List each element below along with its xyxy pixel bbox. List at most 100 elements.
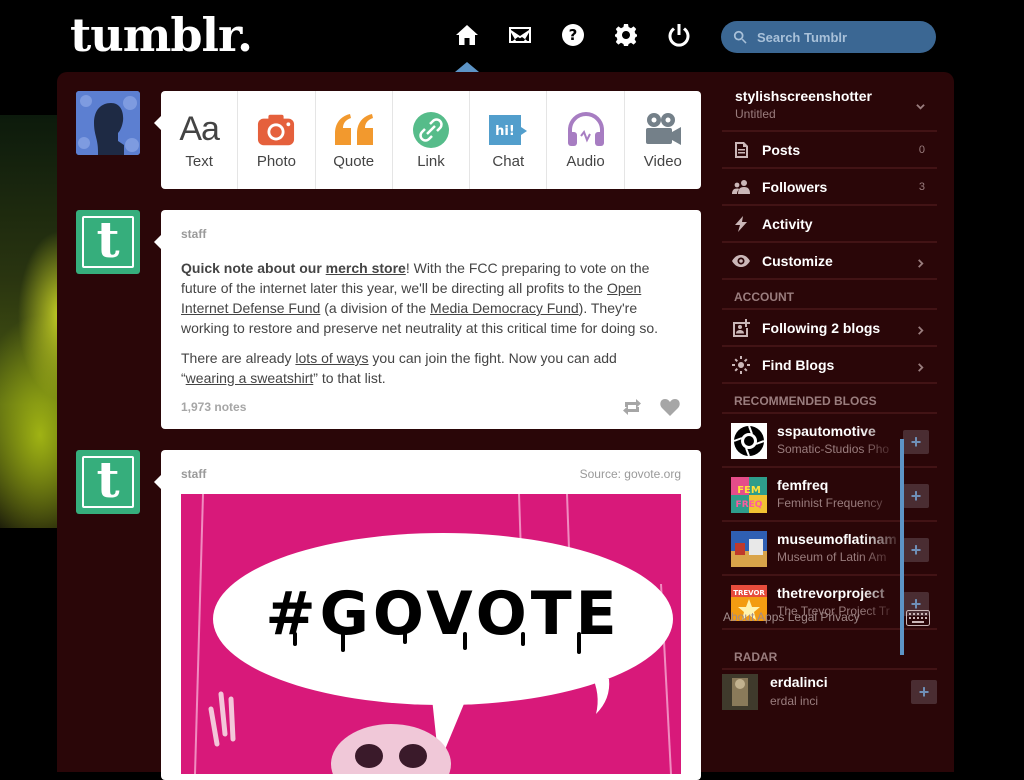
post-type-label: Photo bbox=[256, 152, 297, 170]
svg-text:FREQ: FREQ bbox=[736, 500, 763, 510]
chevron-right-icon bbox=[916, 359, 925, 377]
lots-of-ways-link[interactable]: lots of ways bbox=[295, 350, 368, 366]
sidebar-item-label: Posts bbox=[762, 141, 801, 158]
post-text: ” to that list. bbox=[313, 370, 386, 386]
footer-links-overlay[interactable]: About Apps Legal Privacy bbox=[723, 610, 860, 624]
recommended-scrollbar[interactable] bbox=[900, 439, 904, 655]
blog-switcher[interactable]: stylishscreenshotter Untitled bbox=[722, 80, 937, 132]
compass-icon bbox=[732, 355, 750, 374]
lightning-icon bbox=[732, 215, 750, 233]
like-heart-icon[interactable] bbox=[659, 397, 681, 417]
sidebar-item-label: Activity bbox=[762, 215, 813, 232]
follow-plus-button[interactable]: + bbox=[903, 484, 929, 508]
following-icon bbox=[732, 318, 750, 337]
post-type-label: Text bbox=[185, 152, 213, 170]
govote-image-text: #GOVOTE bbox=[265, 579, 620, 649]
post-type-video[interactable]: Video bbox=[625, 91, 701, 189]
follow-plus-button[interactable]: + bbox=[911, 680, 937, 704]
post-text: (a division of the bbox=[320, 300, 431, 316]
text-fade bbox=[861, 414, 901, 466]
text-fade bbox=[861, 468, 901, 520]
blog-name: femfreq bbox=[777, 477, 829, 493]
post-type-chat[interactable]: hi! Chat bbox=[470, 91, 548, 189]
post-blog-name[interactable]: staff bbox=[181, 227, 206, 241]
reblog-icon[interactable] bbox=[621, 397, 643, 417]
blog-description: erdal inci bbox=[770, 694, 819, 708]
search-input[interactable] bbox=[755, 28, 929, 46]
chat-icon: hi! bbox=[487, 111, 529, 149]
text-fade bbox=[861, 522, 901, 574]
staff-avatar[interactable]: t bbox=[76, 450, 140, 514]
post-type-audio[interactable]: Audio bbox=[547, 91, 625, 189]
recommended-blog-item[interactable]: FEM FREQ femfreq Feminist Frequency + bbox=[722, 468, 937, 522]
post-type-link[interactable]: Link bbox=[393, 91, 471, 189]
post-type-label: Chat bbox=[492, 152, 525, 170]
post-type-photo[interactable]: Photo bbox=[238, 91, 316, 189]
camera-icon bbox=[257, 111, 295, 149]
sidebar-item-followers[interactable]: Followers 3 bbox=[722, 169, 937, 206]
post-type-label: Quote bbox=[333, 152, 375, 170]
sidebar-item-label: Followers bbox=[762, 178, 828, 195]
staff-avatar[interactable]: t bbox=[76, 210, 140, 274]
headphones-icon bbox=[566, 111, 606, 149]
merch-store-link[interactable]: merch store bbox=[326, 260, 406, 276]
svg-text:TREVOR: TREVOR bbox=[733, 589, 765, 597]
follow-plus-button[interactable]: + bbox=[903, 538, 929, 562]
recommended-blog-item[interactable]: sspautomotive Somatic-Studios Pho + bbox=[722, 414, 937, 468]
blog-title: Untitled bbox=[735, 107, 776, 121]
user-avatar[interactable] bbox=[76, 91, 140, 155]
video-camera-icon bbox=[643, 111, 683, 149]
sidebar-item-activity[interactable]: Activity bbox=[722, 206, 937, 243]
account-section-header: ACCOUNT bbox=[722, 280, 937, 310]
text-icon: Aa bbox=[179, 110, 220, 148]
post-notes-count[interactable]: 1,973 notes bbox=[181, 400, 246, 414]
eye-icon bbox=[732, 252, 750, 270]
sidebar-item-posts[interactable]: Posts 0 bbox=[722, 132, 937, 169]
wearing-a-sweatshirt-link[interactable]: wearing a sweatshirt bbox=[186, 370, 314, 386]
follow-plus-button[interactable]: + bbox=[903, 430, 929, 454]
gear-icon[interactable] bbox=[613, 22, 639, 48]
post-type-bar: Aa Text Photo Quote Link hi! Chat Audio bbox=[161, 91, 701, 189]
radar-item[interactable]: erdalinci erdal inci + bbox=[722, 670, 937, 718]
svg-text:hi!: hi! bbox=[495, 124, 515, 139]
blog-name: erdalinci bbox=[770, 674, 828, 690]
search-box[interactable] bbox=[721, 21, 936, 53]
post-blog-name[interactable]: staff bbox=[181, 467, 206, 481]
blog-name: stylishscreenshotter bbox=[735, 88, 872, 104]
recommended-blogs-header: RECOMMENDED BLOGS bbox=[722, 384, 937, 414]
post-lead-text: Quick note about our bbox=[181, 260, 326, 276]
media-democracy-fund-link[interactable]: Media Democracy Fund bbox=[430, 300, 579, 316]
post-body: Quick note about our merch store! With t… bbox=[181, 258, 661, 398]
envelope-icon[interactable] bbox=[507, 22, 533, 48]
post-type-label: Link bbox=[417, 152, 445, 170]
home-icon[interactable] bbox=[454, 22, 480, 48]
post-source[interactable]: Source: govote.org bbox=[580, 467, 681, 481]
sidebar-item-find-blogs[interactable]: Find Blogs bbox=[722, 347, 937, 384]
post-text: There are already bbox=[181, 350, 296, 366]
active-nav-caret bbox=[455, 62, 479, 72]
sidebar-item-label: Find Blogs bbox=[762, 356, 835, 373]
quote-icon bbox=[333, 111, 375, 149]
blog-avatar bbox=[722, 674, 758, 710]
tumblr-logo[interactable]: tumblr. bbox=[70, 8, 253, 62]
post-type-quote[interactable]: Quote bbox=[316, 91, 393, 189]
post-type-text[interactable]: Aa Text bbox=[161, 91, 239, 189]
link-icon bbox=[412, 111, 449, 149]
question-icon[interactable]: ? bbox=[560, 22, 586, 48]
power-icon[interactable] bbox=[666, 22, 692, 48]
keyboard-icon[interactable] bbox=[906, 610, 930, 626]
blog-avatar bbox=[731, 531, 767, 567]
chevron-right-icon bbox=[916, 322, 925, 340]
govote-image[interactable]: #GOVOTE bbox=[181, 494, 681, 774]
svg-text:?: ? bbox=[569, 26, 578, 44]
recommended-blog-item[interactable]: museumoflatinam Museum of Latin Am + bbox=[722, 522, 937, 576]
blog-avatar bbox=[731, 423, 767, 459]
sidebar-item-label: Customize bbox=[762, 252, 833, 269]
users-icon bbox=[732, 178, 750, 196]
chevron-down-icon bbox=[916, 98, 925, 116]
post-actions bbox=[621, 397, 681, 417]
document-icon bbox=[732, 141, 750, 159]
post-type-label: Audio bbox=[566, 152, 605, 170]
sidebar-item-customize[interactable]: Customize bbox=[722, 243, 937, 280]
sidebar-item-following[interactable]: Following 2 blogs bbox=[722, 310, 937, 347]
